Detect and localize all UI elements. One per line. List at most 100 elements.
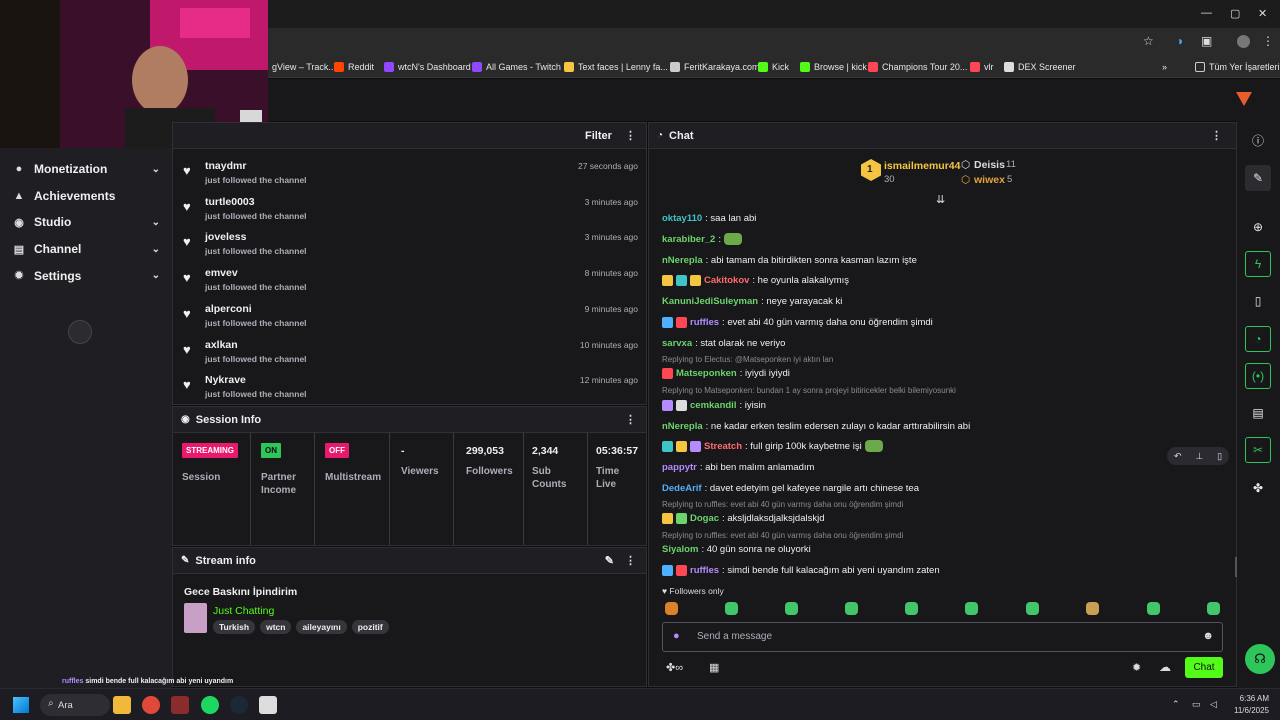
file-explorer-icon[interactable]: [113, 696, 131, 714]
chat-username[interactable]: KanuniJediSuleyman: [662, 296, 758, 307]
taskbar-search[interactable]: ⌕ Ara: [40, 694, 110, 716]
quick-emote-icon[interactable]: [905, 602, 918, 615]
reply-icon[interactable]: ↶: [1174, 451, 1182, 462]
collapse-logo-icon[interactable]: [68, 320, 92, 344]
crosshair-icon[interactable]: ⊕: [1245, 214, 1271, 240]
chevron-down-icon[interactable]: ⌄: [152, 164, 160, 175]
chat-username[interactable]: pappytr: [662, 462, 697, 473]
quick-emote-icon[interactable]: [785, 602, 798, 615]
chat-username[interactable]: Streatch: [704, 441, 742, 452]
activity-menu-icon[interactable]: ⋮: [625, 129, 636, 142]
puzzle-icon[interactable]: ▣: [1201, 34, 1212, 48]
expand-leaderboard-icon[interactable]: ⇊: [936, 193, 945, 206]
clipboard-icon[interactable]: ▯: [1245, 288, 1271, 314]
bookmark-item[interactable]: DEX Screener: [1004, 59, 1076, 75]
chat-username[interactable]: ruffles: [690, 317, 719, 328]
profile-avatar[interactable]: [1237, 35, 1250, 48]
menu-icon[interactable]: ⋮: [1262, 34, 1274, 48]
chat-username[interactable]: cemkandil: [690, 400, 736, 411]
users-icon[interactable]: ☁: [1159, 660, 1171, 674]
stream-info-menu-icon[interactable]: ⋮: [625, 554, 636, 567]
tray-chevron-icon[interactable]: ⌃: [1172, 699, 1180, 710]
clock-time[interactable]: 6:36 AM: [1229, 694, 1269, 703]
quick-emote-icon[interactable]: [845, 602, 858, 615]
activity-user[interactable]: axlkan: [205, 339, 238, 351]
brand-logo-icon[interactable]: [1236, 92, 1252, 106]
chat-username[interactable]: Cakitokov: [704, 275, 749, 286]
bookmark-item[interactable]: gView – Track...: [258, 59, 336, 75]
volume-icon[interactable]: ◁: [1210, 699, 1217, 710]
steam-icon[interactable]: [230, 696, 248, 714]
nav-item[interactable]: ▲ Achievements: [0, 183, 172, 209]
quick-emote-icon[interactable]: [1086, 602, 1099, 615]
emote-picker-icon[interactable]: ☻: [1202, 630, 1214, 642]
reply-context[interactable]: Replying to ruffles: evet abi 40 gün var…: [662, 500, 903, 509]
edit-icon[interactable]: ✎: [605, 554, 614, 567]
second-gifter-name[interactable]: Deisis: [974, 159, 1005, 171]
pencil-icon[interactable]: ✎: [1245, 165, 1271, 191]
broadcast-icon[interactable]: (•): [1245, 363, 1271, 389]
quick-emote-icon[interactable]: [1026, 602, 1039, 615]
lightning-icon[interactable]: ϟ: [1245, 251, 1271, 277]
activity-user[interactable]: turtle0003: [205, 196, 255, 208]
chrome-icon[interactable]: [142, 696, 160, 714]
paint-icon[interactable]: ✤: [1245, 475, 1271, 501]
bookmark-item[interactable]: Kick: [758, 59, 789, 75]
spotify-icon[interactable]: [201, 696, 219, 714]
pin-icon[interactable]: ⊥: [1195, 451, 1203, 462]
activity-user[interactable]: tnaydmr: [205, 160, 246, 172]
clock-date[interactable]: 11/6/2025: [1229, 706, 1269, 715]
bookmark-item[interactable]: All Games - Twitch: [472, 59, 561, 75]
all-bookmarks[interactable]: Tüm Yer İşaretleri: [1195, 59, 1280, 75]
stream-tag[interactable]: Turkish: [213, 620, 256, 634]
nav-item[interactable]: ◉ Studio ⌄: [0, 209, 172, 235]
nav-item[interactable]: ▤ Channel ⌄: [0, 236, 172, 262]
nav-item[interactable]: ✹ Settings ⌄: [0, 263, 172, 289]
bookmark-item[interactable]: Reddit: [334, 59, 374, 75]
chat-username[interactable]: sarvxa: [662, 338, 692, 349]
chat-username[interactable]: nNerepla: [662, 255, 703, 266]
session-menu-icon[interactable]: ⋮: [625, 413, 636, 426]
chat-input[interactable]: ● Send a message ☻: [662, 622, 1223, 652]
stream-tag[interactable]: aileyayını: [296, 620, 347, 634]
app-icon[interactable]: [171, 696, 189, 714]
chat-username[interactable]: ruffles: [690, 565, 719, 576]
chat-username[interactable]: Matseponken: [676, 368, 737, 379]
activity-user[interactable]: emvev: [205, 267, 238, 279]
multistream-off-badge[interactable]: OFF: [325, 443, 349, 458]
bookmark-item[interactable]: vlr: [970, 59, 994, 75]
activity-user[interactable]: Nykrave: [205, 374, 246, 386]
chat-rail-icon[interactable]: ◔: [1245, 326, 1271, 352]
chat-settings-icon[interactable]: ✹: [1132, 661, 1141, 674]
chat-username[interactable]: Dogac: [690, 513, 719, 524]
chevron-down-icon[interactable]: ⌄: [152, 270, 160, 281]
bookmark-item[interactable]: Champions Tour 20...: [868, 59, 967, 75]
chat-menu-icon[interactable]: ⋮: [1211, 129, 1222, 142]
maximize-icon[interactable]: ▢: [1230, 7, 1240, 20]
bookmark-item[interactable]: Text faces | Lenny fa...: [564, 59, 668, 75]
minimize-icon[interactable]: —: [1201, 7, 1212, 19]
chat-username[interactable]: DedeArif: [662, 483, 702, 494]
bookmark-item[interactable]: Browse | kick: [800, 59, 867, 75]
bookmark-item[interactable]: wtcN's Dashboard: [384, 59, 471, 75]
chevron-down-icon[interactable]: ⌄: [152, 217, 160, 228]
chat-username[interactable]: Siyalom: [662, 544, 698, 555]
bookmark-item[interactable]: FeritKarakaya.com: [670, 59, 760, 75]
network-icon[interactable]: ▭: [1192, 699, 1201, 710]
extension-icon[interactable]: ◗: [1177, 34, 1184, 48]
reply-context[interactable]: Replying to Electus: @Matseponken iyi ak…: [662, 355, 833, 364]
star-icon[interactable]: ☆: [1143, 34, 1154, 48]
send-chat-button[interactable]: Chat: [1185, 657, 1223, 678]
quick-emote-icon[interactable]: [1147, 602, 1160, 615]
top-gifter-name[interactable]: ismailmemur44: [884, 160, 960, 172]
chevron-down-icon[interactable]: ⌄: [152, 244, 160, 255]
filter-button[interactable]: Filter: [585, 130, 612, 142]
printer-icon[interactable]: ▤: [1245, 400, 1271, 426]
channel-points-icon[interactable]: ✤∞: [666, 661, 683, 674]
close-icon[interactable]: ✕: [1258, 7, 1267, 20]
category-link[interactable]: Just Chatting: [213, 605, 274, 617]
activity-user[interactable]: alperconi: [205, 303, 252, 315]
tools-icon[interactable]: ✂: [1245, 437, 1271, 463]
stream-tag[interactable]: wtcn: [260, 620, 292, 634]
stream-tag[interactable]: pozitif: [351, 620, 389, 634]
